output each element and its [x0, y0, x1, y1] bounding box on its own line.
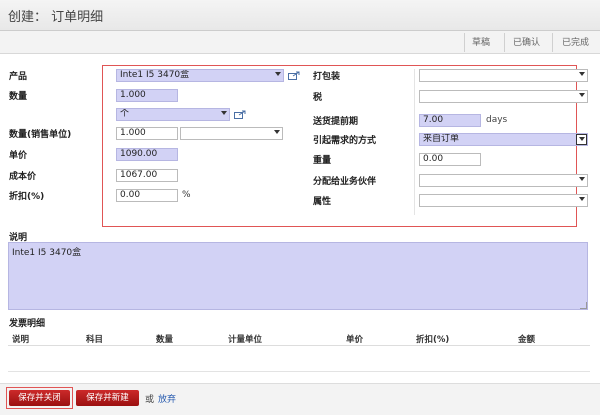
- lead-time-input[interactable]: 7.00: [419, 114, 481, 127]
- packaging-select[interactable]: [419, 69, 588, 82]
- column-header: 折扣(%): [416, 335, 450, 345]
- cost-price-input[interactable]: 1067.00: [116, 169, 178, 182]
- column-header: 科目: [86, 335, 104, 345]
- sale-quantity-input[interactable]: 1.000: [116, 127, 178, 140]
- dialog-title: 创建： 订单明细: [8, 10, 104, 25]
- chevron-down-icon[interactable]: [275, 72, 281, 76]
- unit-price-input[interactable]: 1090.00: [116, 148, 178, 161]
- discount-label: 折扣(%): [9, 192, 45, 202]
- chevron-down-icon[interactable]: [579, 93, 585, 97]
- quantity-label: 数量: [9, 92, 28, 102]
- chevron-down-icon[interactable]: [579, 177, 585, 181]
- save-and-new-button[interactable]: 保存并新建: [76, 390, 139, 406]
- resize-handle-icon[interactable]: [580, 302, 587, 309]
- chevron-down-icon: [579, 137, 585, 141]
- product-select[interactable]: Inte1 I5 3470盒: [116, 69, 284, 82]
- stage-draft: 草稿: [472, 38, 491, 48]
- invoice-table-body: [8, 346, 590, 372]
- description-value: Inte1 I5 3470盒: [12, 248, 82, 258]
- weight-input[interactable]: 0.00: [419, 153, 481, 166]
- stage-divider: [464, 33, 465, 52]
- stage-confirmed: 已确认: [513, 38, 541, 48]
- product-label: 产品: [9, 72, 28, 82]
- discount-input[interactable]: 0.00: [116, 189, 178, 202]
- description-textarea[interactable]: Inte1 I5 3470盒: [8, 242, 588, 310]
- attributes-select[interactable]: [419, 194, 588, 207]
- status-bar: [0, 31, 600, 54]
- partner-select[interactable]: [419, 174, 588, 187]
- column-header: 单价: [346, 335, 364, 345]
- quantity-input[interactable]: 1.000: [116, 89, 178, 102]
- column-divider: [414, 69, 415, 215]
- quantity-uom-value: 个: [120, 109, 130, 119]
- lead-time-unit: days: [486, 115, 508, 125]
- stage-divider: [552, 33, 553, 52]
- tax-select[interactable]: [419, 90, 588, 103]
- partner-label: 分配给业务伙伴: [313, 177, 377, 187]
- discount-unit: %: [182, 190, 191, 200]
- procure-method-value: 来自订单: [423, 134, 460, 144]
- chevron-down-icon[interactable]: [579, 197, 585, 201]
- cost-price-label: 成本价: [9, 172, 37, 182]
- column-header: 数量: [156, 335, 174, 345]
- stage-done: 已完成: [562, 38, 590, 48]
- external-link-icon[interactable]: [234, 110, 246, 119]
- tax-label: 税: [313, 93, 323, 103]
- sale-uom-select[interactable]: [180, 127, 283, 140]
- packaging-label: 打包装: [313, 72, 341, 82]
- column-header: 说明: [12, 335, 30, 345]
- unit-price-label: 单价: [9, 151, 28, 161]
- or-text: 或: [145, 395, 155, 405]
- dropdown-button[interactable]: [576, 134, 587, 145]
- quantity-uom-select[interactable]: 个: [116, 108, 230, 121]
- product-value: Inte1 I5 3470盒: [120, 70, 190, 80]
- attributes-label: 属性: [313, 197, 332, 207]
- procure-method-label: 引起需求的方式: [313, 136, 377, 146]
- stage-divider: [504, 33, 505, 52]
- chevron-down-icon[interactable]: [274, 130, 280, 134]
- column-header: 计量单位: [228, 335, 263, 345]
- discard-link[interactable]: 放弃: [158, 392, 176, 405]
- chevron-down-icon[interactable]: [221, 111, 227, 115]
- save-and-close-button[interactable]: 保存并关闭: [9, 390, 70, 406]
- chevron-down-icon[interactable]: [579, 72, 585, 76]
- procure-method-select[interactable]: 来自订单: [419, 133, 588, 146]
- invoice-section-title: 发票明细: [9, 319, 46, 329]
- weight-label: 重量: [313, 156, 332, 166]
- lead-time-label: 送货提前期: [313, 117, 359, 127]
- column-header: 金额: [518, 335, 536, 345]
- external-link-icon[interactable]: [288, 71, 300, 80]
- sale-quantity-label: 数量(销售单位): [9, 130, 72, 140]
